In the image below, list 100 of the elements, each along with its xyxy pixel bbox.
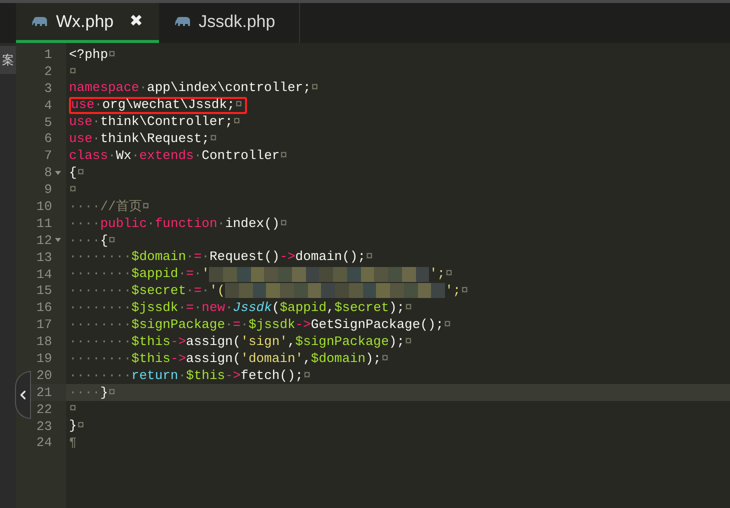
whitespace-marker: ¤	[460, 282, 468, 300]
line-number: 16	[36, 301, 52, 314]
code-token: =	[186, 265, 194, 284]
whitespace-marker: ¤	[280, 214, 288, 233]
code-token: (	[272, 299, 280, 318]
code-token: $secret	[334, 299, 389, 318]
code-token: return	[131, 366, 178, 385]
whitespace-marker: ········	[69, 299, 132, 318]
line-number: 11	[36, 216, 52, 230]
whitespace-marker: ¤	[76, 164, 85, 182]
code-token: ,	[326, 299, 334, 318]
whitespace-marker: ¶	[69, 434, 77, 452]
code-token: '	[202, 265, 210, 284]
whitespace-marker: ¤	[108, 384, 116, 402]
whitespace-marker: ·	[147, 214, 155, 233]
code-token: //首页	[100, 198, 142, 216]
code-token: );	[388, 299, 405, 318]
code-token: $appid	[131, 265, 178, 284]
whitespace-marker: ·	[131, 147, 140, 166]
line-number: 23	[36, 420, 52, 433]
line-number: 15	[36, 284, 52, 298]
code-token: $appid	[280, 299, 327, 318]
fold-arrow-icon[interactable]	[55, 170, 61, 175]
code-token: $this	[186, 366, 226, 385]
whitespace-marker: ·	[92, 130, 100, 148]
code-token: index()	[225, 214, 280, 233]
code-token: extends	[139, 147, 194, 166]
line-number: 21	[36, 386, 52, 399]
whitespace-marker: ¤	[69, 400, 77, 418]
code-token: $jssdk	[248, 316, 296, 334]
whitespace-marker: ·	[194, 265, 202, 284]
whitespace-marker: ¤	[142, 198, 150, 216]
whitespace-marker: ¤	[303, 366, 311, 385]
code-token: GetSignPackage();	[310, 316, 444, 334]
fold-arrow-icon[interactable]	[55, 238, 61, 242]
code-token: $domain	[310, 350, 366, 368]
whitespace-marker: ········	[69, 316, 132, 334]
code-token: ->	[170, 350, 186, 368]
whitespace-marker: ·	[178, 265, 186, 284]
line-number: 20	[36, 368, 52, 382]
file-tab[interactable]: Wx.php ✖	[16, 3, 159, 43]
line-number: 10	[36, 200, 52, 213]
code-token: class	[69, 147, 108, 166]
code-token: think\Controller;	[100, 113, 233, 132]
whitespace-marker: ¤	[209, 130, 218, 148]
code-token: new	[202, 299, 226, 318]
code-token: }	[100, 384, 108, 402]
code-token: Request()	[209, 248, 280, 266]
code-token: $signPackage	[131, 316, 226, 334]
close-icon[interactable]: ✖	[130, 10, 143, 34]
line-number: 3	[44, 82, 52, 95]
whitespace-marker: ·	[217, 214, 226, 233]
whitespace-marker: ·	[139, 79, 148, 98]
code-token: $this	[131, 350, 170, 368]
line-number: 19	[36, 352, 52, 365]
whitespace-marker: ····	[69, 198, 100, 216]
whitespace-marker: ¤	[108, 46, 116, 64]
line-number: 4	[44, 98, 52, 112]
code-token: '(	[209, 282, 226, 300]
tab-label: Wx.php	[56, 10, 114, 33]
line-number: 18	[36, 335, 52, 348]
code-token: use	[69, 130, 92, 148]
whitespace-marker: ·	[202, 248, 210, 266]
whitespace-marker: ·	[94, 96, 102, 114]
whitespace-marker: ¤	[404, 332, 412, 351]
line-number: 24	[36, 436, 52, 450]
code-token: ->	[225, 366, 241, 385]
whitespace-marker: ¤	[69, 180, 77, 199]
whitespace-marker: ¤	[108, 232, 116, 250]
whitespace-marker: ·	[108, 147, 116, 166]
line-number: 14	[36, 268, 52, 281]
line-number: 7	[44, 149, 52, 162]
whitespace-marker: ·	[186, 248, 194, 266]
code-token: $jssdk	[131, 299, 178, 318]
whitespace-marker: ········	[69, 248, 132, 266]
code-token: ->	[170, 332, 186, 351]
code-token: $domain	[131, 248, 186, 266]
code-token: namespace	[69, 79, 140, 98]
line-number: 2	[44, 64, 52, 78]
code-token: ';	[445, 282, 461, 300]
elephant-icon	[32, 16, 48, 28]
whitespace-marker: ·	[194, 299, 202, 318]
line-number: 12	[36, 234, 52, 247]
whitespace-marker: ¤	[310, 79, 319, 98]
whitespace-marker: ·	[240, 316, 248, 334]
code-token: );	[388, 332, 405, 351]
line-number: 9	[44, 183, 52, 196]
line-number: 6	[44, 132, 52, 146]
whitespace-marker: ¤	[366, 248, 374, 266]
code-token: {	[69, 164, 77, 182]
code-token: ,	[287, 332, 296, 351]
code-token: app\index\controller;	[147, 79, 311, 98]
code-token: org\wechat\Jssdk;	[102, 96, 235, 114]
code-token: $this	[131, 332, 170, 351]
code-token: use	[69, 113, 92, 132]
whitespace-marker: ¤	[280, 147, 288, 166]
code-token: fetch();	[240, 366, 304, 385]
code-token: Wx	[116, 147, 132, 166]
whitespace-marker: ·	[92, 113, 100, 132]
line-number: 22	[36, 402, 52, 416]
